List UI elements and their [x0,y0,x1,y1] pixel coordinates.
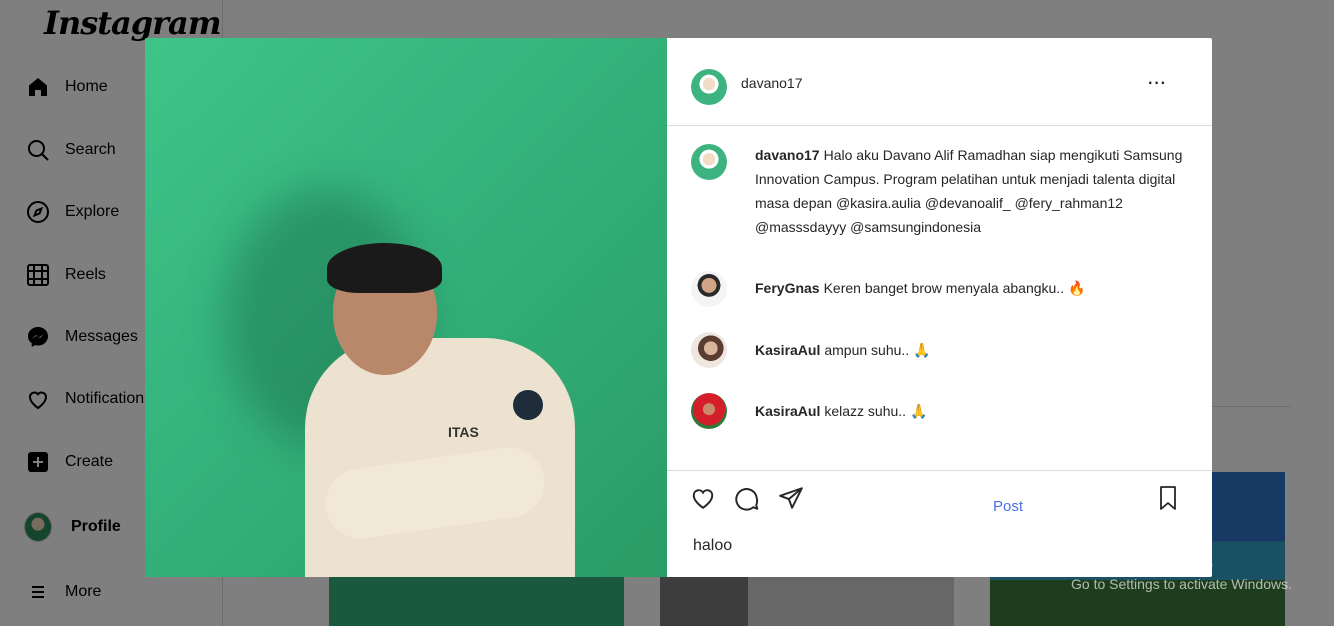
comment-bubble-icon[interactable] [734,485,760,511]
activate-windows-watermark: Activate Windows [1071,552,1214,572]
comment-item: FeryGnas Keren banget brow menyala abangk… [755,276,1210,300]
caption-username[interactable]: davano17 [755,147,820,163]
avatar[interactable] [691,332,727,368]
actions-divider [667,470,1212,471]
post-photo[interactable]: ITAS [145,38,667,577]
add-comment-input[interactable] [693,534,1093,558]
comment-item: KasiraAul ampun suhu.. 🙏 [755,338,1210,362]
like-heart-icon[interactable] [690,485,716,511]
share-send-icon[interactable] [778,485,804,511]
post-comment-button[interactable]: Post [993,498,1023,515]
more-options-button[interactable]: ··· [1148,75,1167,93]
comment-username[interactable]: KasiraAul [755,342,820,358]
comment-text: kelazz suhu.. 🙏 [824,403,928,419]
post-caption: davano17 Halo aku Davano Alif Ramadhan si… [755,143,1210,239]
comment-username[interactable]: FeryGnas [755,280,820,296]
comment-username[interactable]: KasiraAul [755,403,820,419]
jacket-logo-text: ITAS [448,424,479,440]
post-header: davano17 [667,38,1212,126]
bookmark-icon[interactable] [1155,485,1181,511]
avatar[interactable] [691,144,727,180]
post-author-username[interactable]: davano17 [741,75,803,91]
avatar[interactable] [691,271,727,307]
avatar[interactable] [691,69,727,105]
comment-text: Keren banget brow menyala abangku.. 🔥 [823,280,1086,296]
activate-windows-hint: Go to Settings to activate Windows. [1071,576,1292,592]
comment-item: KasiraAul kelazz suhu.. 🙏 [755,399,1210,423]
avatar[interactable] [691,393,727,429]
comment-text: ampun suhu.. 🙏 [824,342,931,358]
post-modal: ITAS davano17 ··· davano17 Halo aku Davan… [145,38,1212,577]
post-side-panel: davano17 ··· davano17 Halo aku Davano Ali… [667,38,1212,577]
